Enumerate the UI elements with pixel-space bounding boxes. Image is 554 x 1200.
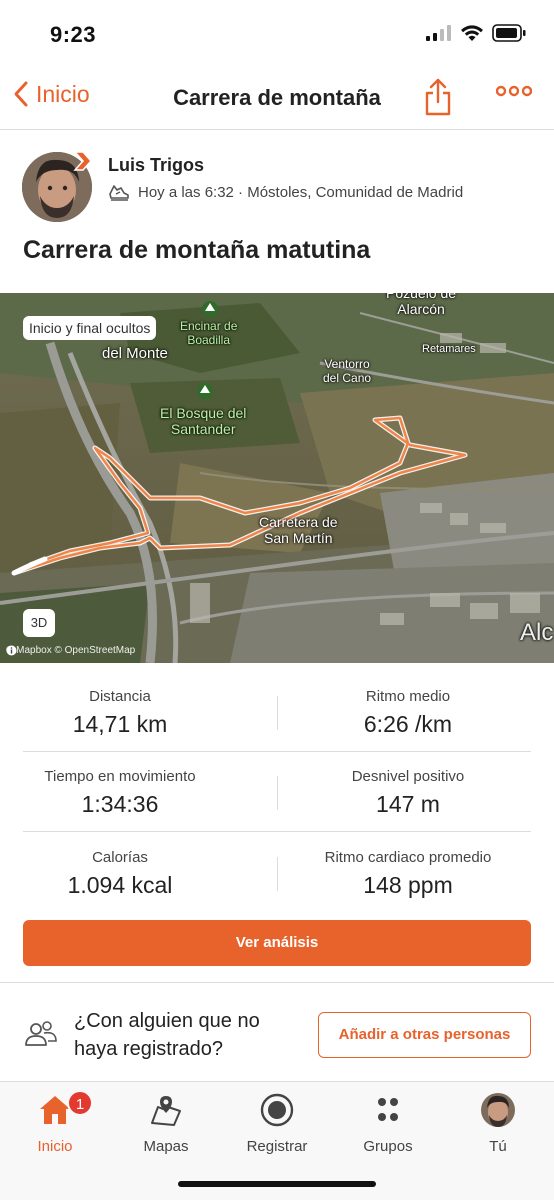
home-indicator[interactable]: [178, 1181, 376, 1187]
add-others-section: ¿Con alguien que no haya registrado? Aña…: [0, 983, 554, 1081]
chevron-left-icon: [14, 81, 28, 107]
info-icon: [6, 645, 17, 656]
privacy-chip: Inicio y final ocultos: [23, 316, 157, 340]
stat-avg-heart-rate: Ritmo cardiaco promedio 148 ppm: [281, 833, 535, 899]
status-time: 9:23: [50, 22, 97, 47]
map-icon: [151, 1096, 181, 1126]
nav-bar: Inicio Carrera de montaña: [0, 66, 554, 130]
stat-value: 148 ppm: [363, 872, 453, 898]
share-icon: [425, 78, 451, 116]
tab-label: Inicio: [37, 1138, 73, 1155]
map-label-bosque: El Bosque del Santander: [160, 405, 247, 437]
wifi-icon: [461, 25, 483, 41]
back-button[interactable]: Inicio: [12, 80, 90, 108]
share-button[interactable]: [424, 78, 452, 121]
tab-label: Grupos: [363, 1138, 413, 1155]
stats-row: Tiempo en movimiento 1:34:36 Desnivel po…: [23, 752, 531, 832]
status-icons: [426, 24, 526, 42]
stat-value: 147 m: [376, 791, 440, 817]
stat-label: Desnivel positivo: [351, 768, 465, 785]
stat-divider: [277, 696, 278, 730]
groups-icon: [378, 1098, 398, 1121]
stat-calories: Calorías 1.094 kcal: [0, 833, 247, 899]
battery-icon: [492, 24, 526, 42]
stat-divider: [277, 857, 278, 891]
avatar: [481, 1093, 515, 1127]
tab-maps[interactable]: Mapas: [116, 1090, 216, 1155]
stat-value: 1.094 kcal: [67, 872, 173, 898]
group-people-icon: [25, 1021, 57, 1046]
tab-you[interactable]: Tú: [448, 1090, 548, 1155]
subscriber-badge-icon: [73, 151, 93, 171]
add-others-button[interactable]: Añadir a otras personas: [318, 1012, 531, 1058]
tab-label: Mapas: [143, 1138, 189, 1155]
stat-value: 6:26 /km: [363, 711, 453, 737]
map-label-retamares: Retamares: [422, 343, 476, 355]
map-label-encinar: Encinar de Boadilla: [180, 319, 238, 347]
tab-label: Registrar: [246, 1138, 308, 1155]
attribution-text: © Mapbox © OpenStreetMap: [6, 645, 136, 656]
stat-avg-pace: Ritmo medio 6:26 /km: [281, 672, 535, 738]
stats-row: Distancia 14,71 km Ritmo medio 6:26 /km: [23, 672, 531, 752]
notification-badge: 1: [67, 1090, 93, 1116]
athlete-header: Luis Trigos Hoy a las 6:32 · Móstoles, C…: [0, 130, 554, 230]
trail-run-shoe-icon: [109, 185, 129, 201]
more-icon: [495, 85, 533, 97]
stat-value: 1:34:36: [81, 791, 159, 817]
map-label-del-monte: del Monte: [102, 345, 168, 362]
map-label-carretera: Carretera de San Martín: [259, 514, 338, 546]
tab-label: Tú: [489, 1138, 507, 1155]
back-label: Inicio: [36, 80, 90, 107]
stats-row: Calorías 1.094 kcal Ritmo cardiaco prome…: [23, 833, 531, 913]
stat-label: Ritmo cardiaco promedio: [324, 849, 492, 866]
record-icon: [260, 1093, 294, 1127]
more-options-button[interactable]: [495, 84, 533, 103]
stat-label: Distancia: [89, 688, 151, 705]
map-label-alc: Alc: [520, 619, 554, 646]
stat-label: Ritmo medio: [365, 688, 451, 705]
activity-title: Carrera de montaña matutina: [23, 236, 371, 264]
map-label-ventorro: Ventorro del Cano: [323, 357, 372, 385]
map-label-pozuelo: Pozuelo de Alarcón: [386, 293, 457, 317]
map-attribution[interactable]: © Mapbox © OpenStreetMap: [6, 645, 135, 656]
stat-label: Calorías: [92, 849, 148, 866]
status-bar: 9:23: [0, 0, 554, 66]
stat-label: Tiempo en movimiento: [44, 768, 196, 785]
map-3d-button[interactable]: 3D: [23, 609, 55, 637]
activity-meta: Hoy a las 6:32 · Móstoles, Comunidad de …: [108, 182, 463, 202]
tab-record[interactable]: Registrar: [227, 1090, 327, 1155]
stat-moving-time: Tiempo en movimiento 1:34:36: [0, 752, 247, 818]
add-others-prompt: ¿Con alguien que no haya registrado?: [74, 1010, 260, 1060]
stat-distance: Distancia 14,71 km: [0, 672, 247, 738]
tab-groups[interactable]: Grupos: [338, 1090, 438, 1155]
stat-value: 14,71 km: [72, 711, 168, 737]
stat-divider: [277, 776, 278, 810]
stat-elevation-gain: Desnivel positivo 147 m: [281, 752, 535, 818]
athlete-name[interactable]: Luis Trigos: [108, 155, 204, 176]
tab-home[interactable]: 1 Inicio: [5, 1090, 105, 1155]
signal-icon: [426, 25, 451, 41]
route-map[interactable]: Pozuelo de Alarcón Encinar de Boadilla d…: [0, 293, 554, 663]
view-analysis-button[interactable]: Ver análisis: [23, 920, 531, 966]
activity-meta-text: Hoy a las 6:32 · Móstoles, Comunidad de …: [138, 183, 464, 201]
